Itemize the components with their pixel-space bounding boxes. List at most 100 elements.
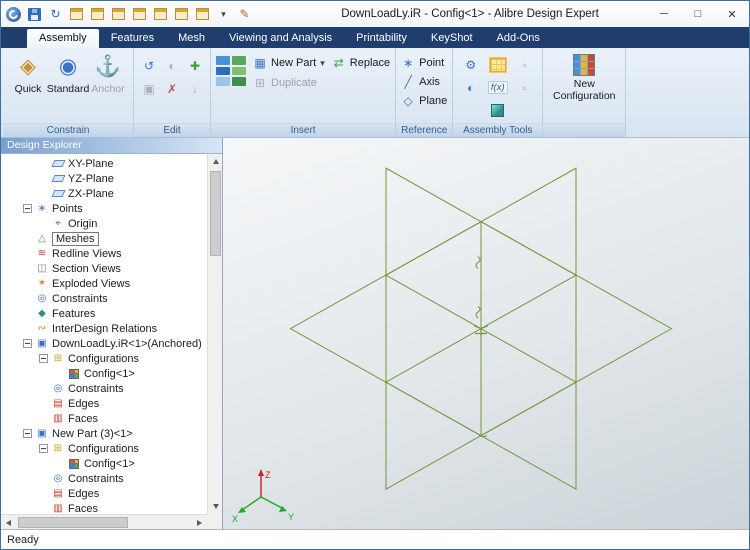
exploded-views-icon: ✶ xyxy=(35,278,49,290)
toolbar-options-caret-icon[interactable]: ▾ xyxy=(215,6,232,22)
tree-item-label: Redline Views xyxy=(52,248,122,260)
new-configuration-button[interactable]: New Configuration xyxy=(548,52,620,102)
group-insert: ▦ New Part ▾ ⊞ Duplicate ⇄ Replace xyxy=(211,48,396,137)
tree-item-meshes[interactable]: △ Meshes xyxy=(1,231,207,246)
tree-item-features[interactable]: ◆ Features xyxy=(1,306,207,321)
workspace-window-icon-5[interactable] xyxy=(152,6,169,22)
orientation-triad: Z X Y xyxy=(231,465,297,525)
tree-item-label: Config<1> xyxy=(84,368,135,380)
tree-item-origin[interactable]: ⌖ Origin xyxy=(1,216,207,231)
collapse-expander-icon[interactable] xyxy=(23,204,32,213)
tab-viewing-and-analysis[interactable]: Viewing and Analysis xyxy=(217,29,344,48)
tab-assembly[interactable]: Assembly xyxy=(27,29,99,48)
button-label: Plane xyxy=(419,95,447,107)
horizontal-scroll-thumb[interactable] xyxy=(18,517,128,528)
model-viewport[interactable]: Z X Y xyxy=(223,138,749,529)
down-arrow-icon[interactable]: ↓ xyxy=(185,79,205,99)
tree-item-exploded-views[interactable]: ✶ Exploded Views xyxy=(1,276,207,291)
interdesign-relations-icon: ∾ xyxy=(35,323,49,335)
equations-icon[interactable]: f(x) xyxy=(485,77,510,98)
collapse-expander-icon[interactable] xyxy=(23,429,32,438)
configurations-icon: ⊞ xyxy=(51,353,65,365)
small-square-icon-2[interactable]: ▫ xyxy=(512,77,537,98)
save-icon[interactable] xyxy=(26,6,43,22)
tree-item-config-1-b[interactable]: Config<1> xyxy=(1,456,207,471)
view-cube-icon[interactable] xyxy=(485,100,510,121)
scroll-right-arrow-icon[interactable] xyxy=(192,515,207,529)
tree-item-faces-2[interactable]: ▥ Faces xyxy=(1,501,207,514)
tree-item-section-views[interactable]: ◫ Section Views xyxy=(1,261,207,276)
app-logo-icon[interactable] xyxy=(5,6,22,22)
collapse-expander-icon[interactable] xyxy=(39,354,48,363)
collapse-expander-icon[interactable] xyxy=(23,339,32,348)
edges-icon: ▤ xyxy=(51,398,65,410)
tree-item-points[interactable]: ∗ Points xyxy=(1,201,207,216)
axis-button[interactable]: ╱ Axis xyxy=(401,75,447,89)
scroll-up-arrow-icon[interactable] xyxy=(208,154,222,169)
scroll-left-arrow-icon[interactable] xyxy=(1,515,16,529)
gear-icon[interactable]: ⚙ xyxy=(458,54,483,75)
workspace-window-icon-2[interactable] xyxy=(89,6,106,22)
standard-constraint-button[interactable]: ◉ Standard xyxy=(48,52,88,95)
workspace-window-icon-4[interactable] xyxy=(131,6,148,22)
new-part-dropdown-caret-icon[interactable]: ▾ xyxy=(320,58,325,69)
tree-item-edges-2[interactable]: ▤ Edges xyxy=(1,486,207,501)
scroll-down-arrow-icon[interactable] xyxy=(208,499,222,514)
workspace-window-icon-3[interactable] xyxy=(110,6,127,22)
tree-item-part-constraints-2[interactable]: ◎ Constraints xyxy=(1,471,207,486)
tab-features[interactable]: Features xyxy=(99,29,166,48)
maximize-button[interactable]: □ xyxy=(681,2,715,27)
half-shaded-icon[interactable]: ◐ xyxy=(458,77,483,98)
tab-keyshot[interactable]: KeyShot xyxy=(419,29,485,48)
collapse-expander-icon[interactable] xyxy=(39,444,48,453)
axis-icon: ╱ xyxy=(401,75,415,89)
half-circle-icon[interactable]: ◐ xyxy=(162,56,182,76)
workspace-window-icon-6[interactable] xyxy=(173,6,190,22)
tree-item-part-constraints[interactable]: ◎ Constraints xyxy=(1,381,207,396)
copy-grid-icon[interactable]: ▣ xyxy=(139,79,159,99)
tree-item-yz-plane[interactable]: YZ-Plane xyxy=(1,171,207,186)
ribbon-tab-bar: Assembly Features Mesh Viewing and Analy… xyxy=(1,27,749,48)
tree-item-interdesign-relations[interactable]: ∾ InterDesign Relations xyxy=(1,321,207,336)
minimize-button[interactable]: ─ xyxy=(647,2,681,27)
pen-icon[interactable]: ✎ xyxy=(236,6,253,22)
plane-button[interactable]: ◇ Plane xyxy=(401,94,447,108)
point-button[interactable]: ∗ Point xyxy=(401,56,447,70)
workspace-window-icon-7[interactable] xyxy=(194,6,211,22)
tree-item-new-part[interactable]: ▣ New Part (3)<1> xyxy=(1,426,207,441)
tree-item-configurations[interactable]: ⊞ Configurations xyxy=(1,351,207,366)
tab-mesh[interactable]: Mesh xyxy=(166,29,217,48)
tree-item-edges[interactable]: ▤ Edges xyxy=(1,396,207,411)
horizontal-scrollbar[interactable] xyxy=(1,514,207,529)
vertical-scrollbar[interactable] xyxy=(207,154,222,514)
tree-item-downloadly-part[interactable]: ▣ DownLoadLy.iR<1>(Anchored) xyxy=(1,336,207,351)
configurations-grid-icon[interactable] xyxy=(485,54,510,75)
tree-item-xy-plane[interactable]: XY-Plane xyxy=(1,156,207,171)
tree-item-zx-plane[interactable]: ZX-Plane xyxy=(1,186,207,201)
insert-design-grid-icon[interactable] xyxy=(216,56,246,86)
triad-z-label: Z xyxy=(265,470,271,480)
plus-icon[interactable]: ✚ xyxy=(185,56,205,76)
delete-x-icon[interactable]: ✗ xyxy=(162,79,182,99)
workspace-window-icon-1[interactable] xyxy=(68,6,85,22)
undo-arrow-icon[interactable]: ↺ xyxy=(139,56,159,76)
tree-item-configurations-2[interactable]: ⊞ Configurations xyxy=(1,441,207,456)
replace-button[interactable]: ⇄ Replace xyxy=(332,56,390,70)
vertical-scroll-thumb[interactable] xyxy=(210,171,221,256)
close-button[interactable]: ✕ xyxy=(715,2,749,27)
constraints-icon: ◎ xyxy=(35,293,49,305)
anchor-icon: ⚓ xyxy=(95,52,121,82)
tree-item-redline-views[interactable]: ≋ Redline Views xyxy=(1,246,207,261)
tree-item-constraints[interactable]: ◎ Constraints xyxy=(1,291,207,306)
tree-item-config-1[interactable]: Config<1> xyxy=(1,366,207,381)
design-explorer-panel: Design Explorer XY-Plane YZ-Plane ZX-Pla… xyxy=(1,138,223,529)
tab-printability[interactable]: Printability xyxy=(344,29,419,48)
tab-add-ons[interactable]: Add-Ons xyxy=(485,29,552,48)
anchor-button[interactable]: ⚓ Anchor xyxy=(88,52,128,95)
duplicate-button[interactable]: ⊞ Duplicate xyxy=(253,76,325,90)
sync-icon[interactable]: ↻ xyxy=(47,6,64,22)
small-square-icon-1[interactable]: ▫ xyxy=(512,54,537,75)
new-part-button[interactable]: ▦ New Part ▾ xyxy=(253,56,325,70)
quick-constraint-button[interactable]: ◈ Quick xyxy=(8,52,48,95)
tree-item-faces[interactable]: ▥ Faces xyxy=(1,411,207,426)
